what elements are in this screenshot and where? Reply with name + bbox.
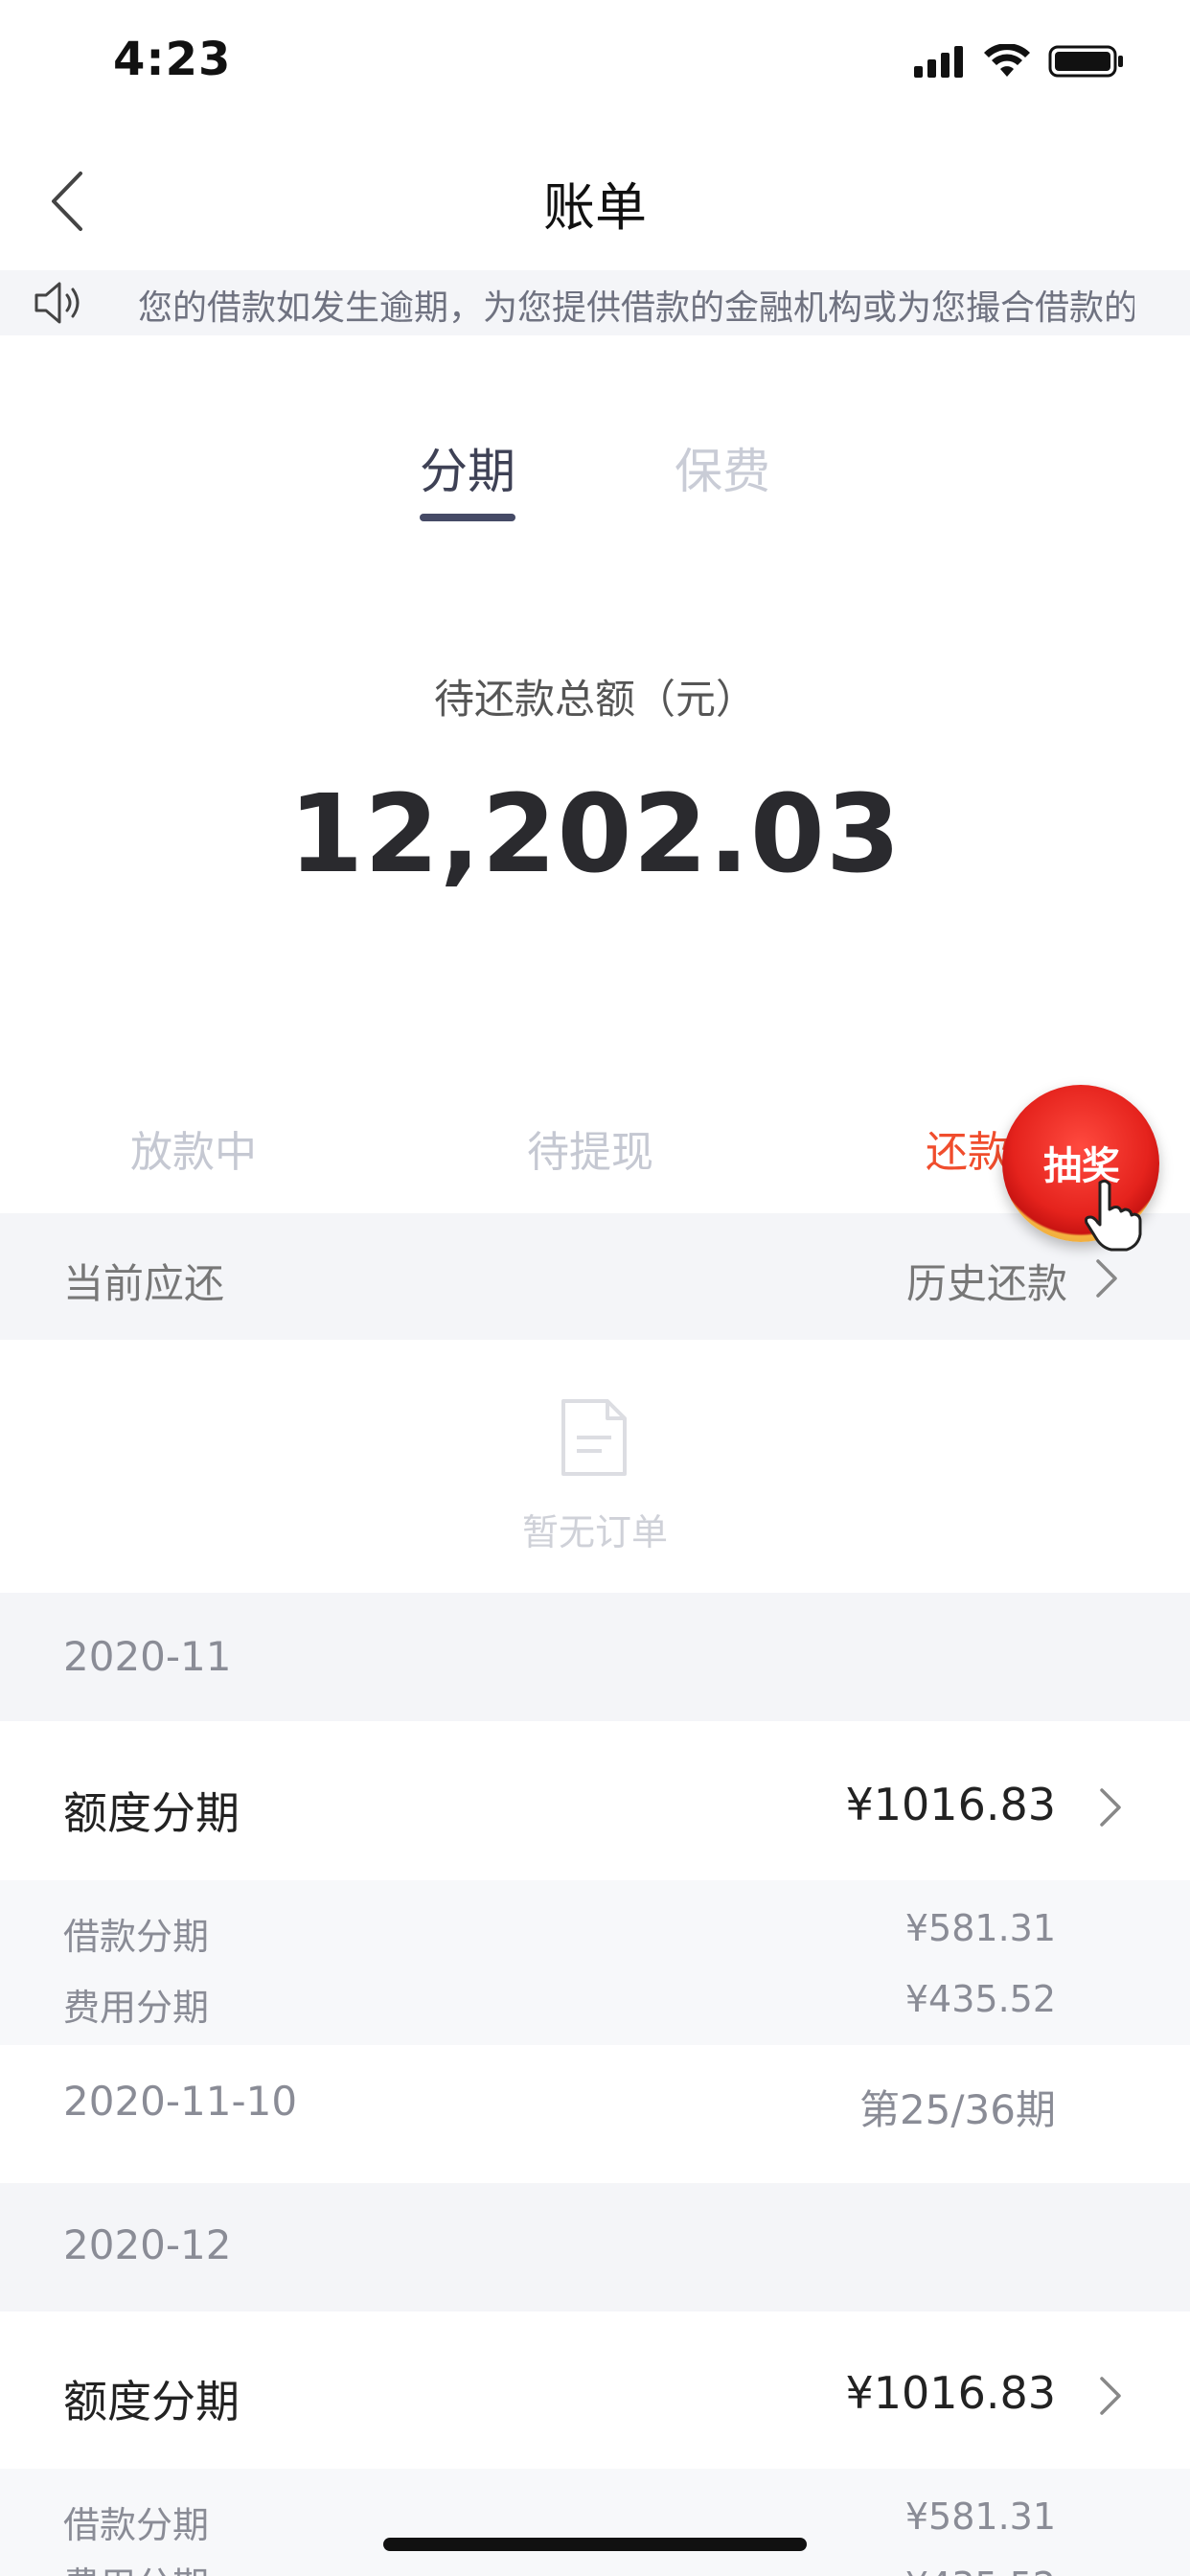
detail-value: ¥581.31 bbox=[904, 1907, 1056, 1949]
tab-installment[interactable]: 分期 bbox=[420, 433, 515, 502]
status-icons bbox=[912, 44, 1125, 79]
pointer-hand-icon bbox=[1085, 1179, 1142, 1252]
status-tab-disbursing[interactable]: 放款中 bbox=[130, 1117, 257, 1179]
installment-title: 额度分期 bbox=[63, 2376, 240, 2427]
home-indicator[interactable] bbox=[383, 2538, 807, 2551]
status-time: 4:23 bbox=[113, 33, 232, 86]
speaker-icon bbox=[34, 282, 80, 324]
chevron-right-icon bbox=[1096, 1259, 1117, 1298]
current-due-label: 当前应还 bbox=[63, 1260, 225, 1307]
page-title: 账单 bbox=[543, 177, 647, 238]
total-due-amount: 12,202.03 bbox=[288, 772, 902, 897]
document-icon bbox=[561, 1399, 627, 1476]
notice-bar[interactable]: 您的借款如发生逾期，为您提供借款的金融机构或为您撮合借款的 bbox=[0, 270, 1190, 335]
month-label: 2020-11 bbox=[63, 1633, 232, 1680]
chevron-right-icon bbox=[1100, 1788, 1121, 1827]
detail-value: ¥435.52 bbox=[904, 1978, 1056, 2020]
detail-value: ¥581.31 bbox=[904, 2496, 1056, 2538]
history-repayment-link[interactable]: 历史还款 bbox=[906, 1252, 1067, 1310]
total-due-label: 待还款总额（元） bbox=[433, 676, 756, 723]
tab-active-indicator bbox=[420, 514, 515, 521]
status-tab-repayment[interactable]: 还款 bbox=[926, 1117, 1010, 1179]
month-label: 2020-12 bbox=[63, 2221, 232, 2268]
detail-label: 费用分期 bbox=[63, 2561, 209, 2576]
detail-label: 借款分期 bbox=[63, 1916, 210, 1958]
battery-icon bbox=[1048, 45, 1123, 78]
due-date: 2020-11-10 bbox=[63, 2078, 298, 2125]
installment-title: 额度分期 bbox=[63, 1787, 240, 1839]
signal-icon bbox=[914, 46, 963, 78]
installment-amount: ¥1016.83 bbox=[845, 1779, 1057, 1830]
notice-text: 您的借款如发生逾期，为您提供借款的金融机构或为您撮合借款的 bbox=[138, 288, 1134, 328]
detail-label: 借款分期 bbox=[63, 2504, 210, 2546]
installment-amount: ¥1016.83 bbox=[845, 2367, 1057, 2419]
status-tab-pending-withdrawal[interactable]: 待提现 bbox=[527, 1117, 653, 1179]
detail-value: ¥435.52 bbox=[905, 2561, 1056, 2576]
detail-label: 费用分期 bbox=[63, 1987, 210, 2029]
period-indicator: 第25/36期 bbox=[858, 2086, 1056, 2133]
wifi-icon bbox=[984, 44, 1030, 77]
tab-premium[interactable]: 保费 bbox=[675, 433, 770, 502]
empty-orders-text: 暂无订单 bbox=[521, 1511, 668, 1553]
chevron-right-icon bbox=[1100, 2377, 1121, 2415]
